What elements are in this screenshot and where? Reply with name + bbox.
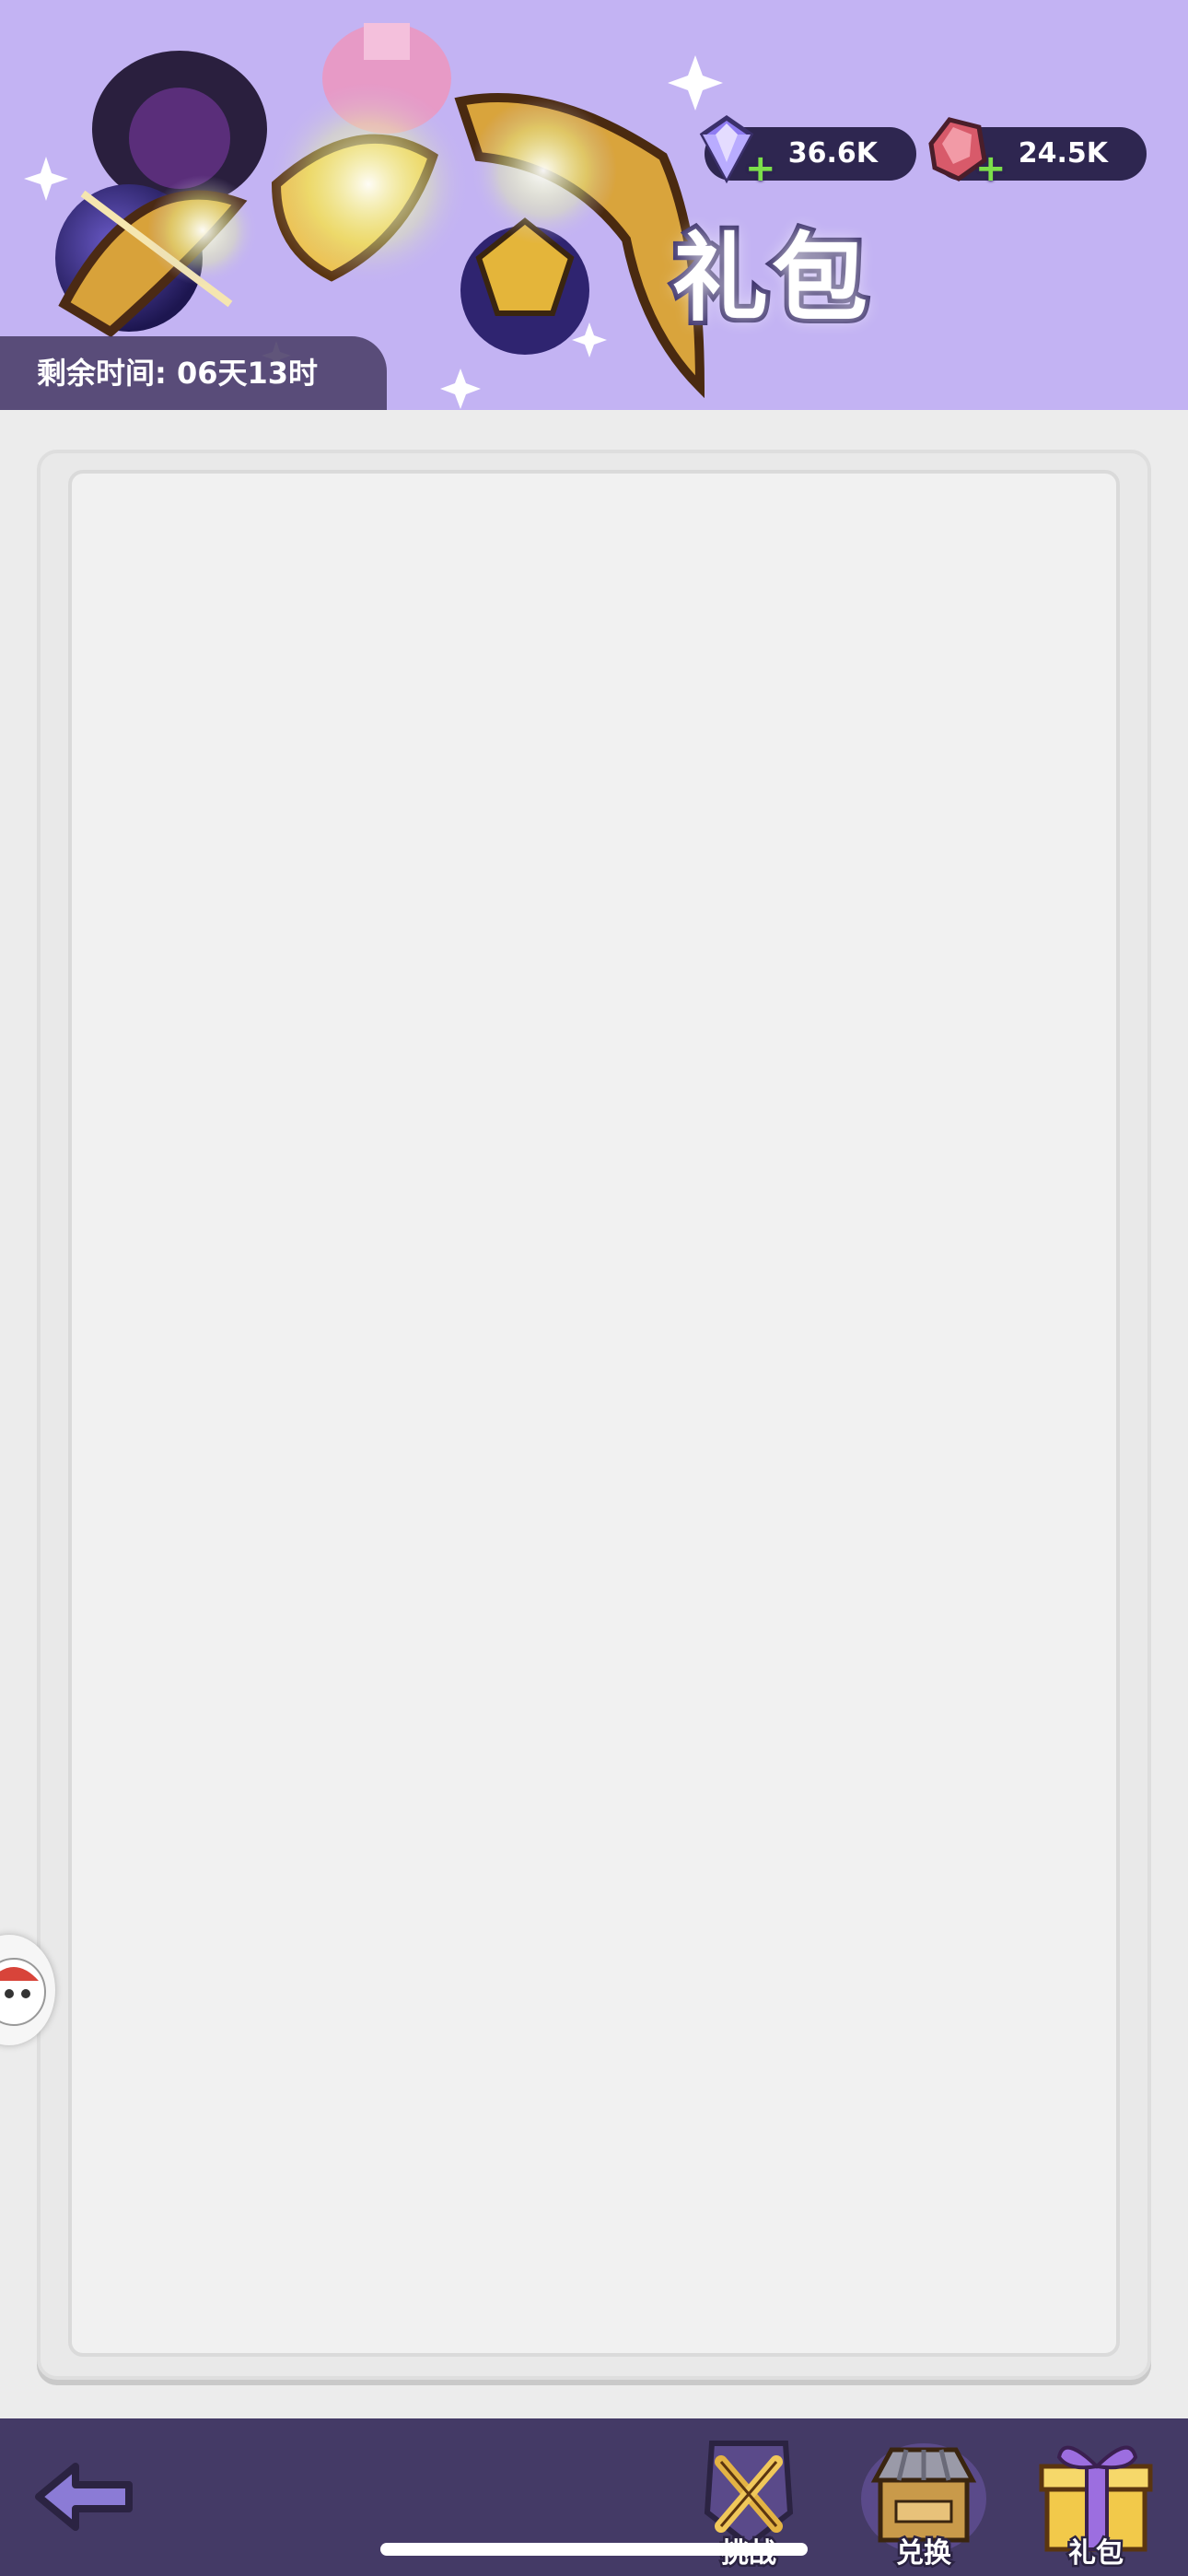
- add-gem-icon[interactable]: +: [745, 150, 776, 187]
- page-title: 礼包: [668, 217, 872, 339]
- crystal-currency-display[interactable]: + 24.5K: [928, 117, 1147, 187]
- gem-amount: 36.6K: [787, 137, 878, 170]
- remaining-time-banner: 剩余时间: 06天13时: [0, 336, 387, 410]
- back-arrow-icon[interactable]: [29, 2455, 140, 2538]
- gem-currency-display[interactable]: + 36.6K: [699, 114, 916, 187]
- add-crystal-icon[interactable]: +: [975, 150, 1007, 187]
- header-banner: + 36.6K + 24.5K 礼包 剩余时间: 06天13时: [0, 0, 1188, 410]
- content-panel: [37, 450, 1151, 2380]
- home-indicator[interactable]: [380, 2543, 808, 2556]
- remaining-time-text: 剩余时间: 06天13时: [37, 356, 319, 391]
- tab-gift-label: 礼包: [1066, 2535, 1126, 2572]
- content-panel-inner: [68, 470, 1120, 2357]
- crystal-amount: 24.5K: [1018, 137, 1108, 170]
- tab-exchange-label: 兑换: [894, 2535, 954, 2572]
- tab-gift[interactable]: 礼包: [1027, 2430, 1165, 2576]
- tab-exchange[interactable]: 兑换: [855, 2430, 993, 2576]
